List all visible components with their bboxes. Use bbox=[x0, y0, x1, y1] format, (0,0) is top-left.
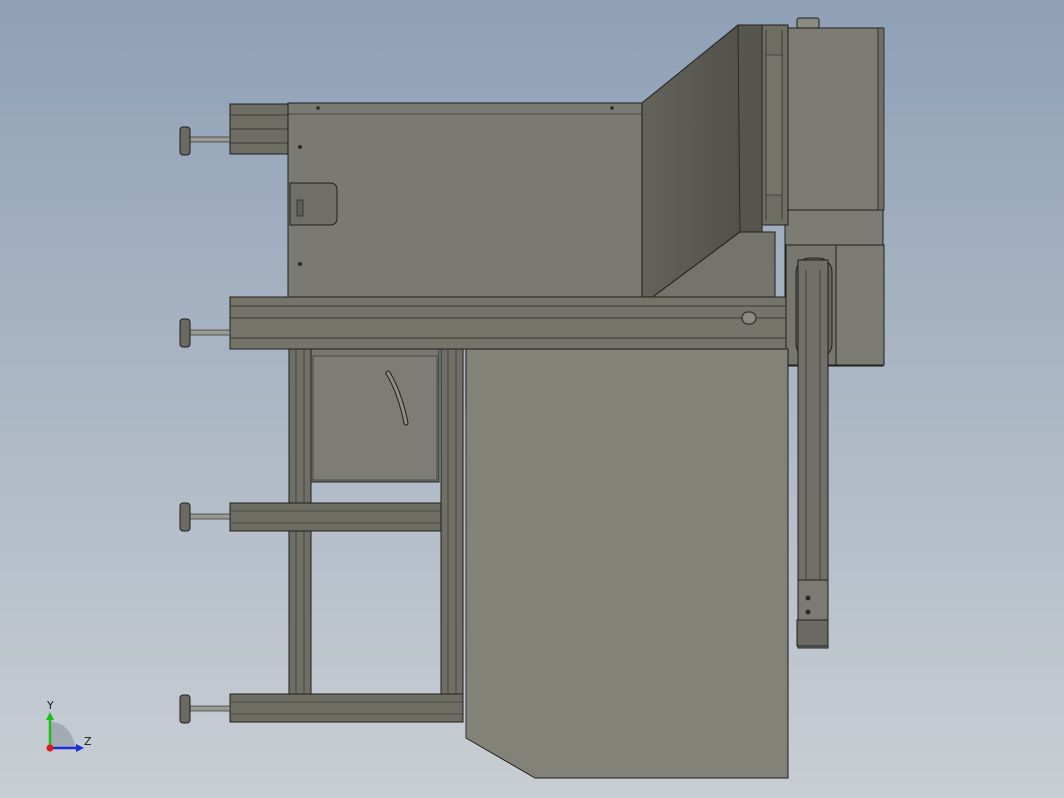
main-horizontal-beam bbox=[229, 296, 787, 350]
collection-bin bbox=[310, 348, 440, 483]
hopper-side-panel bbox=[641, 24, 776, 319]
frame-cross-rails bbox=[229, 502, 464, 723]
leveling-foot bbox=[179, 318, 231, 348]
upper-housing bbox=[287, 102, 643, 308]
lower-chute-panel bbox=[465, 348, 789, 779]
top-rail bbox=[229, 103, 289, 155]
vertical-rail-top bbox=[759, 24, 789, 226]
coordinate-triad bbox=[46, 712, 84, 752]
leveling-foot bbox=[179, 694, 231, 724]
cad-viewport[interactable]: Y Z bbox=[0, 0, 1064, 798]
triad-plane-icon bbox=[50, 722, 76, 748]
leveling-foot bbox=[179, 502, 231, 532]
leveling-foot bbox=[179, 126, 231, 156]
triad-z-label: Z bbox=[84, 735, 92, 748]
vertical-conveyor bbox=[796, 259, 829, 649]
origin-marker bbox=[46, 744, 54, 752]
cad-model-drawing[interactable] bbox=[0, 0, 1064, 798]
leveling-feet bbox=[179, 126, 231, 724]
triad-y-label: Y bbox=[47, 699, 54, 712]
